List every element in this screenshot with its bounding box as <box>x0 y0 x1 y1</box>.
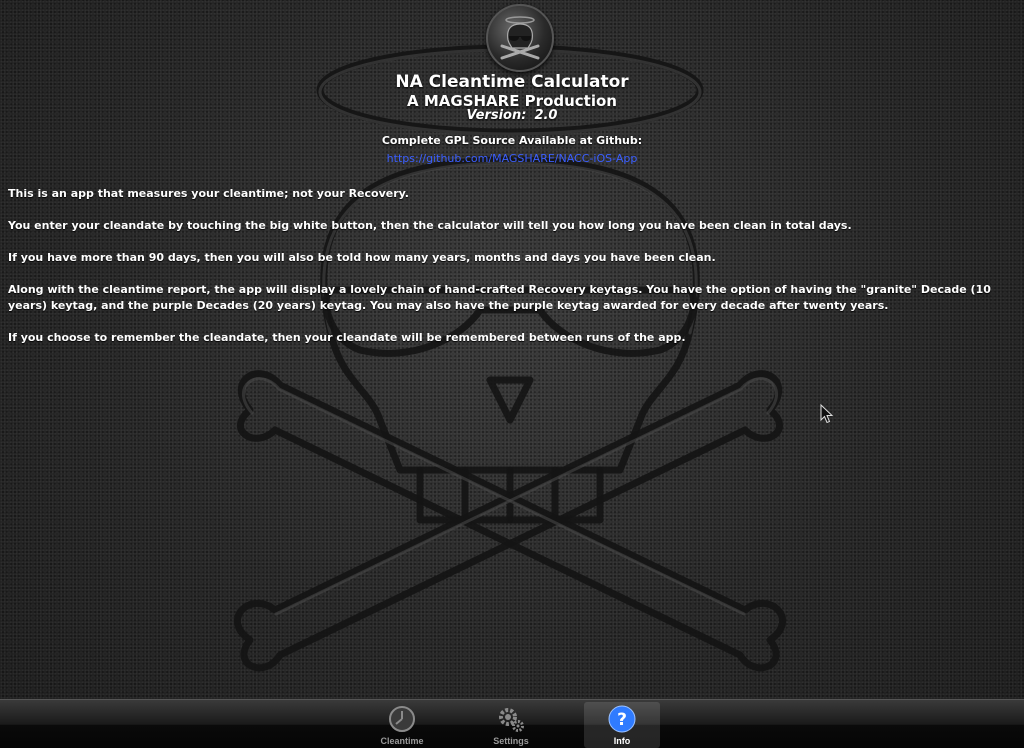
info-paragraph: You enter your cleandate by touching the… <box>8 219 852 232</box>
tab-info-label: Info <box>613 736 631 746</box>
question-mark-icon: ? <box>608 705 636 733</box>
info-body: This is an app that measures your cleant… <box>8 186 1016 362</box>
source-label: Complete GPL Source Available at Github: <box>381 134 643 147</box>
version-value: 2.0 <box>534 108 558 123</box>
github-source-link[interactable]: https://github.com/MAGSHARE/NACC-iOS-App <box>0 152 1024 165</box>
tab-settings-label: Settings <box>493 736 529 746</box>
info-paragraph: If you have more than 90 days, then you … <box>8 251 716 264</box>
info-screen: NA Cleantime Calculator A MAGSHARE Produ… <box>0 0 1024 748</box>
tab-settings[interactable]: Settings <box>473 702 549 748</box>
info-paragraph: This is an app that measures your cleant… <box>8 187 409 200</box>
version-line: Version: 2.0 <box>0 108 1024 123</box>
app-title: NA Cleantime Calculator <box>395 72 629 92</box>
clock-icon <box>389 706 415 732</box>
info-paragraph: Along with the cleantime report, the app… <box>8 283 991 312</box>
gears-icon <box>499 708 524 732</box>
version-label: Version: <box>466 108 527 123</box>
mouse-pointer-icon <box>820 404 834 424</box>
tab-cleantime-label: Cleantime <box>380 736 424 746</box>
tab-info[interactable]: ? Info <box>584 702 660 748</box>
tab-cleantime[interactable]: Cleantime <box>364 702 440 748</box>
tab-bar: Cleantime Settings ? Info <box>0 699 1024 748</box>
skull-logo-icon <box>486 4 554 72</box>
svg-text:?: ? <box>617 710 627 730</box>
info-paragraph: If you choose to remember the cleandate,… <box>8 331 686 344</box>
